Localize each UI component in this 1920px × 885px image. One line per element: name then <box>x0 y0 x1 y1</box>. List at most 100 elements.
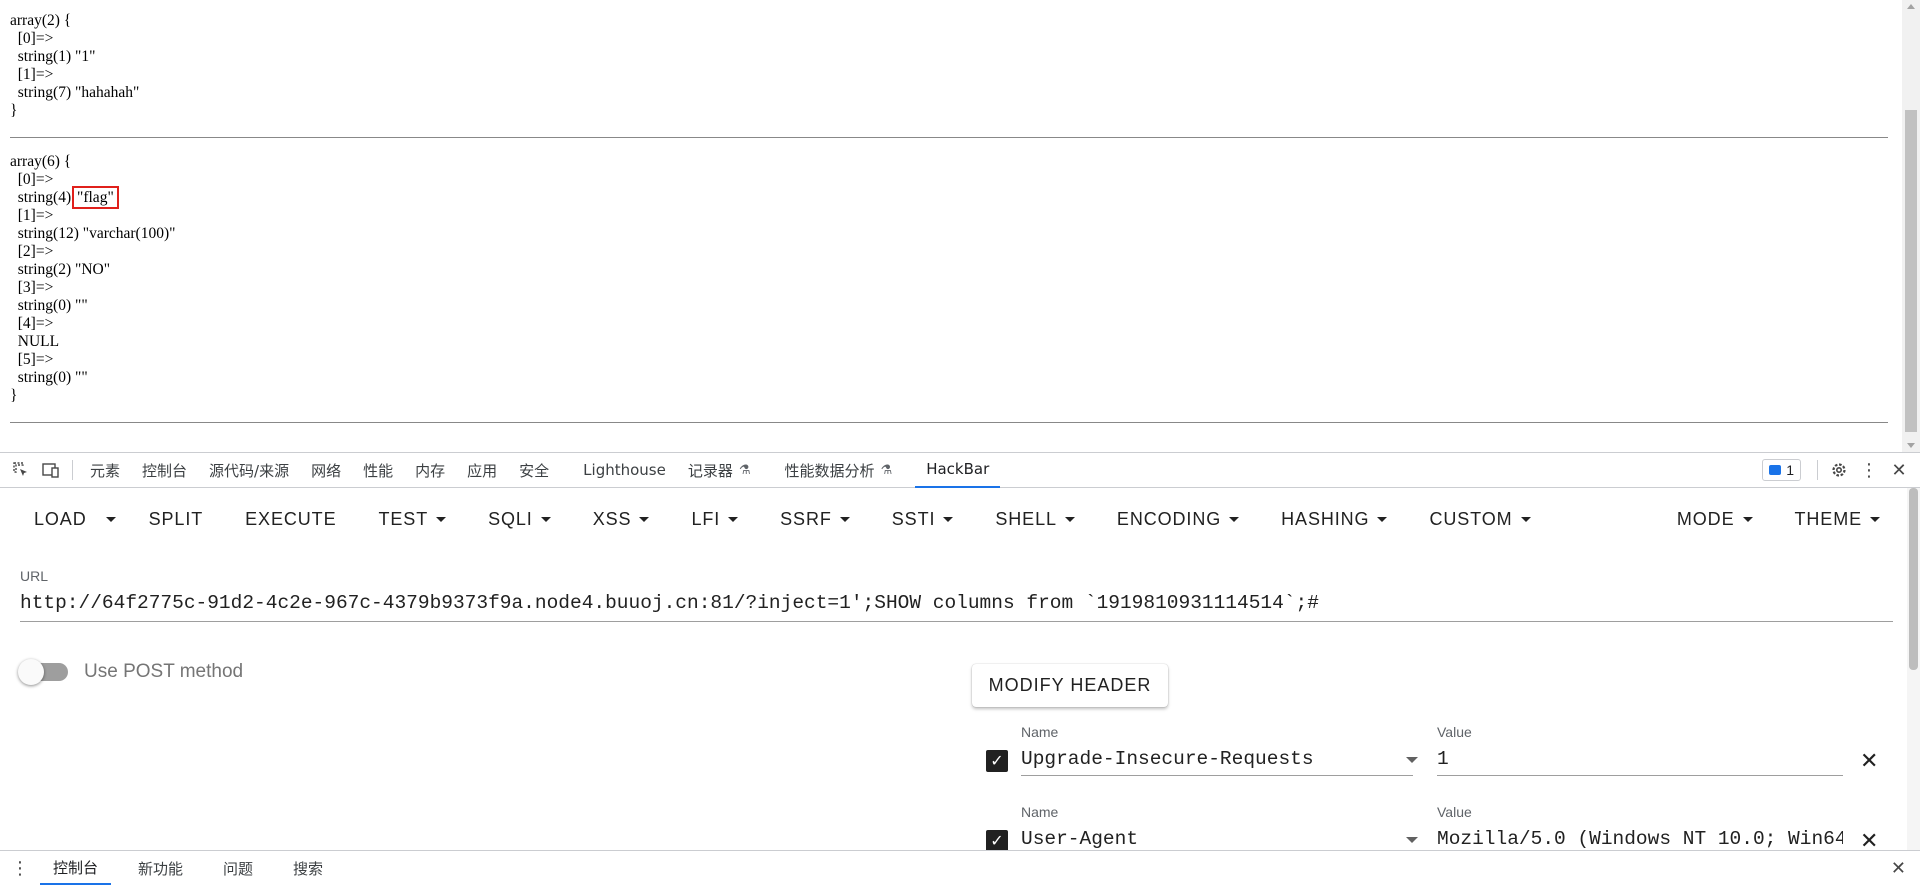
remove-header-icon[interactable]: ✕ <box>1860 828 1878 850</box>
theme-menu-button[interactable]: THEME <box>1779 499 1897 539</box>
header-value-input[interactable]: 1 <box>1437 742 1843 776</box>
mode-menu-button[interactable]: MODE <box>1661 499 1769 539</box>
tab-label: 性能 <box>363 461 394 480</box>
custom-menu-button[interactable]: CUSTOM <box>1413 499 1546 539</box>
ssrf-menu-button[interactable]: SSRF <box>764 499 866 539</box>
header-name-input[interactable]: Upgrade-Insecure-Requests <box>1021 742 1413 776</box>
header-name-input[interactable]: User-Agent <box>1021 822 1413 850</box>
test-menu-button[interactable]: TEST <box>362 499 462 539</box>
chevron-down-icon[interactable] <box>1406 757 1418 763</box>
tab-label: 控制台 <box>53 858 99 877</box>
tab-recorder[interactable]: 记录器 ⚗ <box>677 453 762 488</box>
dump2-line: string(0) "" <box>10 369 88 386</box>
tab-label: 性能数据分析 <box>784 461 875 480</box>
dump2-line: } <box>10 387 18 404</box>
gear-icon[interactable] <box>1824 453 1854 487</box>
drawer-tab-search[interactable]: 搜索 <box>280 851 336 885</box>
url-label: URL <box>20 568 49 584</box>
tab-performance[interactable]: 性能 <box>352 453 404 488</box>
load-button[interactable]: LOAD <box>18 499 103 539</box>
tab-lighthouse[interactable]: Lighthouse <box>572 453 677 488</box>
tab-performance-insights[interactable]: 性能数据分析 ⚗ <box>774 453 904 488</box>
button-label: HASHING <box>1281 508 1370 529</box>
drawer-tab-issues[interactable]: 问题 <box>210 851 266 885</box>
hashing-menu-button[interactable]: HASHING <box>1265 499 1403 539</box>
dump2-line: NULL <box>10 333 60 350</box>
split-button[interactable]: SPLIT <box>133 499 220 539</box>
more-vertical-icon[interactable]: ⋮ <box>1854 453 1884 487</box>
header-row: ✓ Name Upgrade-Insecure-Requests Value 1… <box>986 724 1886 794</box>
scroll-down-arrow-icon[interactable] <box>1907 443 1915 448</box>
devtools-tab-bar: 元素 控制台 源代码/来源 网络 性能 内存 应用 安全 Lighthouse … <box>0 452 1920 488</box>
chevron-down-icon <box>1229 516 1240 522</box>
tab-hackbar[interactable]: HackBar <box>915 453 1001 488</box>
tab-label: 问题 <box>223 859 254 878</box>
load-options-dropdown[interactable] <box>99 499 123 539</box>
url-input[interactable] <box>20 585 1893 622</box>
more-vertical-icon[interactable]: ⋮ <box>0 858 40 879</box>
inspect-element-icon[interactable] <box>6 453 36 487</box>
scrollbar-thumb[interactable] <box>1905 110 1917 432</box>
xss-menu-button[interactable]: XSS <box>577 499 666 539</box>
chevron-down-icon[interactable] <box>1406 837 1418 843</box>
toggle-switch[interactable] <box>18 659 68 685</box>
button-label: SQLI <box>488 508 533 529</box>
tab-label: 安全 <box>519 461 550 480</box>
dump2-line: string(12) "varchar(100)" <box>10 225 176 242</box>
tab-label: 控制台 <box>142 461 188 480</box>
button-label: CUSTOM <box>1429 508 1513 529</box>
issues-badge[interactable]: 1 <box>1762 459 1801 481</box>
header-enabled-checkbox[interactable]: ✓ <box>986 830 1008 850</box>
button-label: LOAD <box>34 508 87 529</box>
header-value-input[interactable]: Mozilla/5.0 (Windows NT 10.0; Win64; x64… <box>1437 822 1843 850</box>
scroll-up-arrow-icon[interactable] <box>1907 4 1915 9</box>
dump2-line: [5]=> <box>10 351 54 368</box>
chevron-down-icon <box>1742 516 1753 522</box>
shell-menu-button[interactable]: SHELL <box>979 499 1091 539</box>
drawer-tab-whats-new[interactable]: 新功能 <box>125 851 196 885</box>
button-label: SHELL <box>995 508 1057 529</box>
tab-label: Lighthouse <box>583 461 666 479</box>
issues-icon <box>1769 465 1782 475</box>
highlighted-flag-value: "flag" <box>72 186 119 209</box>
hackbar-scrollbar[interactable] <box>1907 488 1920 850</box>
tab-security[interactable]: 安全 <box>508 453 560 488</box>
dump2-line: [4]=> <box>10 315 54 332</box>
lfi-menu-button[interactable]: LFI <box>675 499 754 539</box>
chevron-down-icon <box>1870 516 1880 522</box>
tab-elements[interactable]: 元素 <box>79 453 131 488</box>
drawer-tab-console[interactable]: 控制台 <box>40 851 112 885</box>
sqli-menu-button[interactable]: SQLI <box>472 499 567 539</box>
tab-network[interactable]: 网络 <box>300 453 352 488</box>
toggle-knob <box>18 659 44 685</box>
page-scrollbar[interactable] <box>1902 0 1920 452</box>
tab-memory[interactable]: 内存 <box>404 453 456 488</box>
experiment-flask-icon: ⚗ <box>880 462 893 478</box>
button-label: XSS <box>592 508 632 529</box>
close-icon[interactable]: ✕ <box>1884 453 1914 487</box>
button-label: EXECUTE <box>245 508 337 529</box>
tab-console[interactable]: 控制台 <box>131 453 198 488</box>
remove-header-icon[interactable]: ✕ <box>1860 748 1878 774</box>
ssti-menu-button[interactable]: SSTI <box>876 499 970 539</box>
close-icon[interactable]: ✕ <box>1891 858 1906 879</box>
encoding-menu-button[interactable]: ENCODING <box>1101 499 1255 539</box>
dump2-line: [2]=> <box>10 243 54 260</box>
button-label: SPLIT <box>148 508 204 529</box>
chevron-down-icon <box>943 516 954 522</box>
button-label: THEME <box>1794 508 1862 529</box>
chevron-down-icon <box>728 516 739 522</box>
device-toolbar-icon[interactable] <box>36 453 66 487</box>
dump2-line: string(0) "" <box>10 297 88 314</box>
tab-application[interactable]: 应用 <box>456 453 508 488</box>
scrollbar-thumb[interactable] <box>1909 488 1918 670</box>
hackbar-panel: LOAD SPLIT EXECUTE TEST SQLI XSS LFI SSR… <box>0 488 1920 850</box>
modify-header-button[interactable]: MODIFY HEADER <box>972 664 1168 707</box>
post-method-toggle[interactable]: Use POST method <box>18 659 243 685</box>
tab-label: HackBar <box>926 460 990 478</box>
tab-sources[interactable]: 源代码/来源 <box>198 453 300 488</box>
header-enabled-checkbox[interactable]: ✓ <box>986 750 1008 772</box>
execute-button[interactable]: EXECUTE <box>229 499 352 539</box>
dump1-line: array(2) { <box>10 12 72 29</box>
checkmark-icon: ✓ <box>990 833 1004 850</box>
